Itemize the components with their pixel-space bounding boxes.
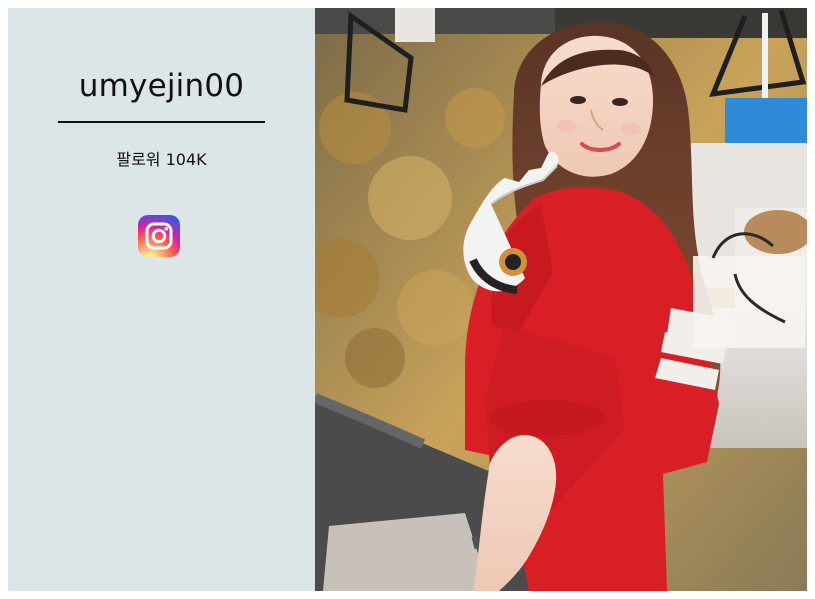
photo-image (315, 8, 807, 591)
follower-count: 팔로워 104K (116, 150, 207, 169)
profile-card: umyejin00 팔로워 104K (8, 8, 807, 591)
title-divider (58, 121, 265, 123)
instagram-icon[interactable] (138, 215, 180, 257)
profile-photo (315, 8, 807, 591)
profile-info-panel: umyejin00 팔로워 104K (8, 8, 315, 591)
profile-username: umyejin00 (78, 68, 245, 104)
